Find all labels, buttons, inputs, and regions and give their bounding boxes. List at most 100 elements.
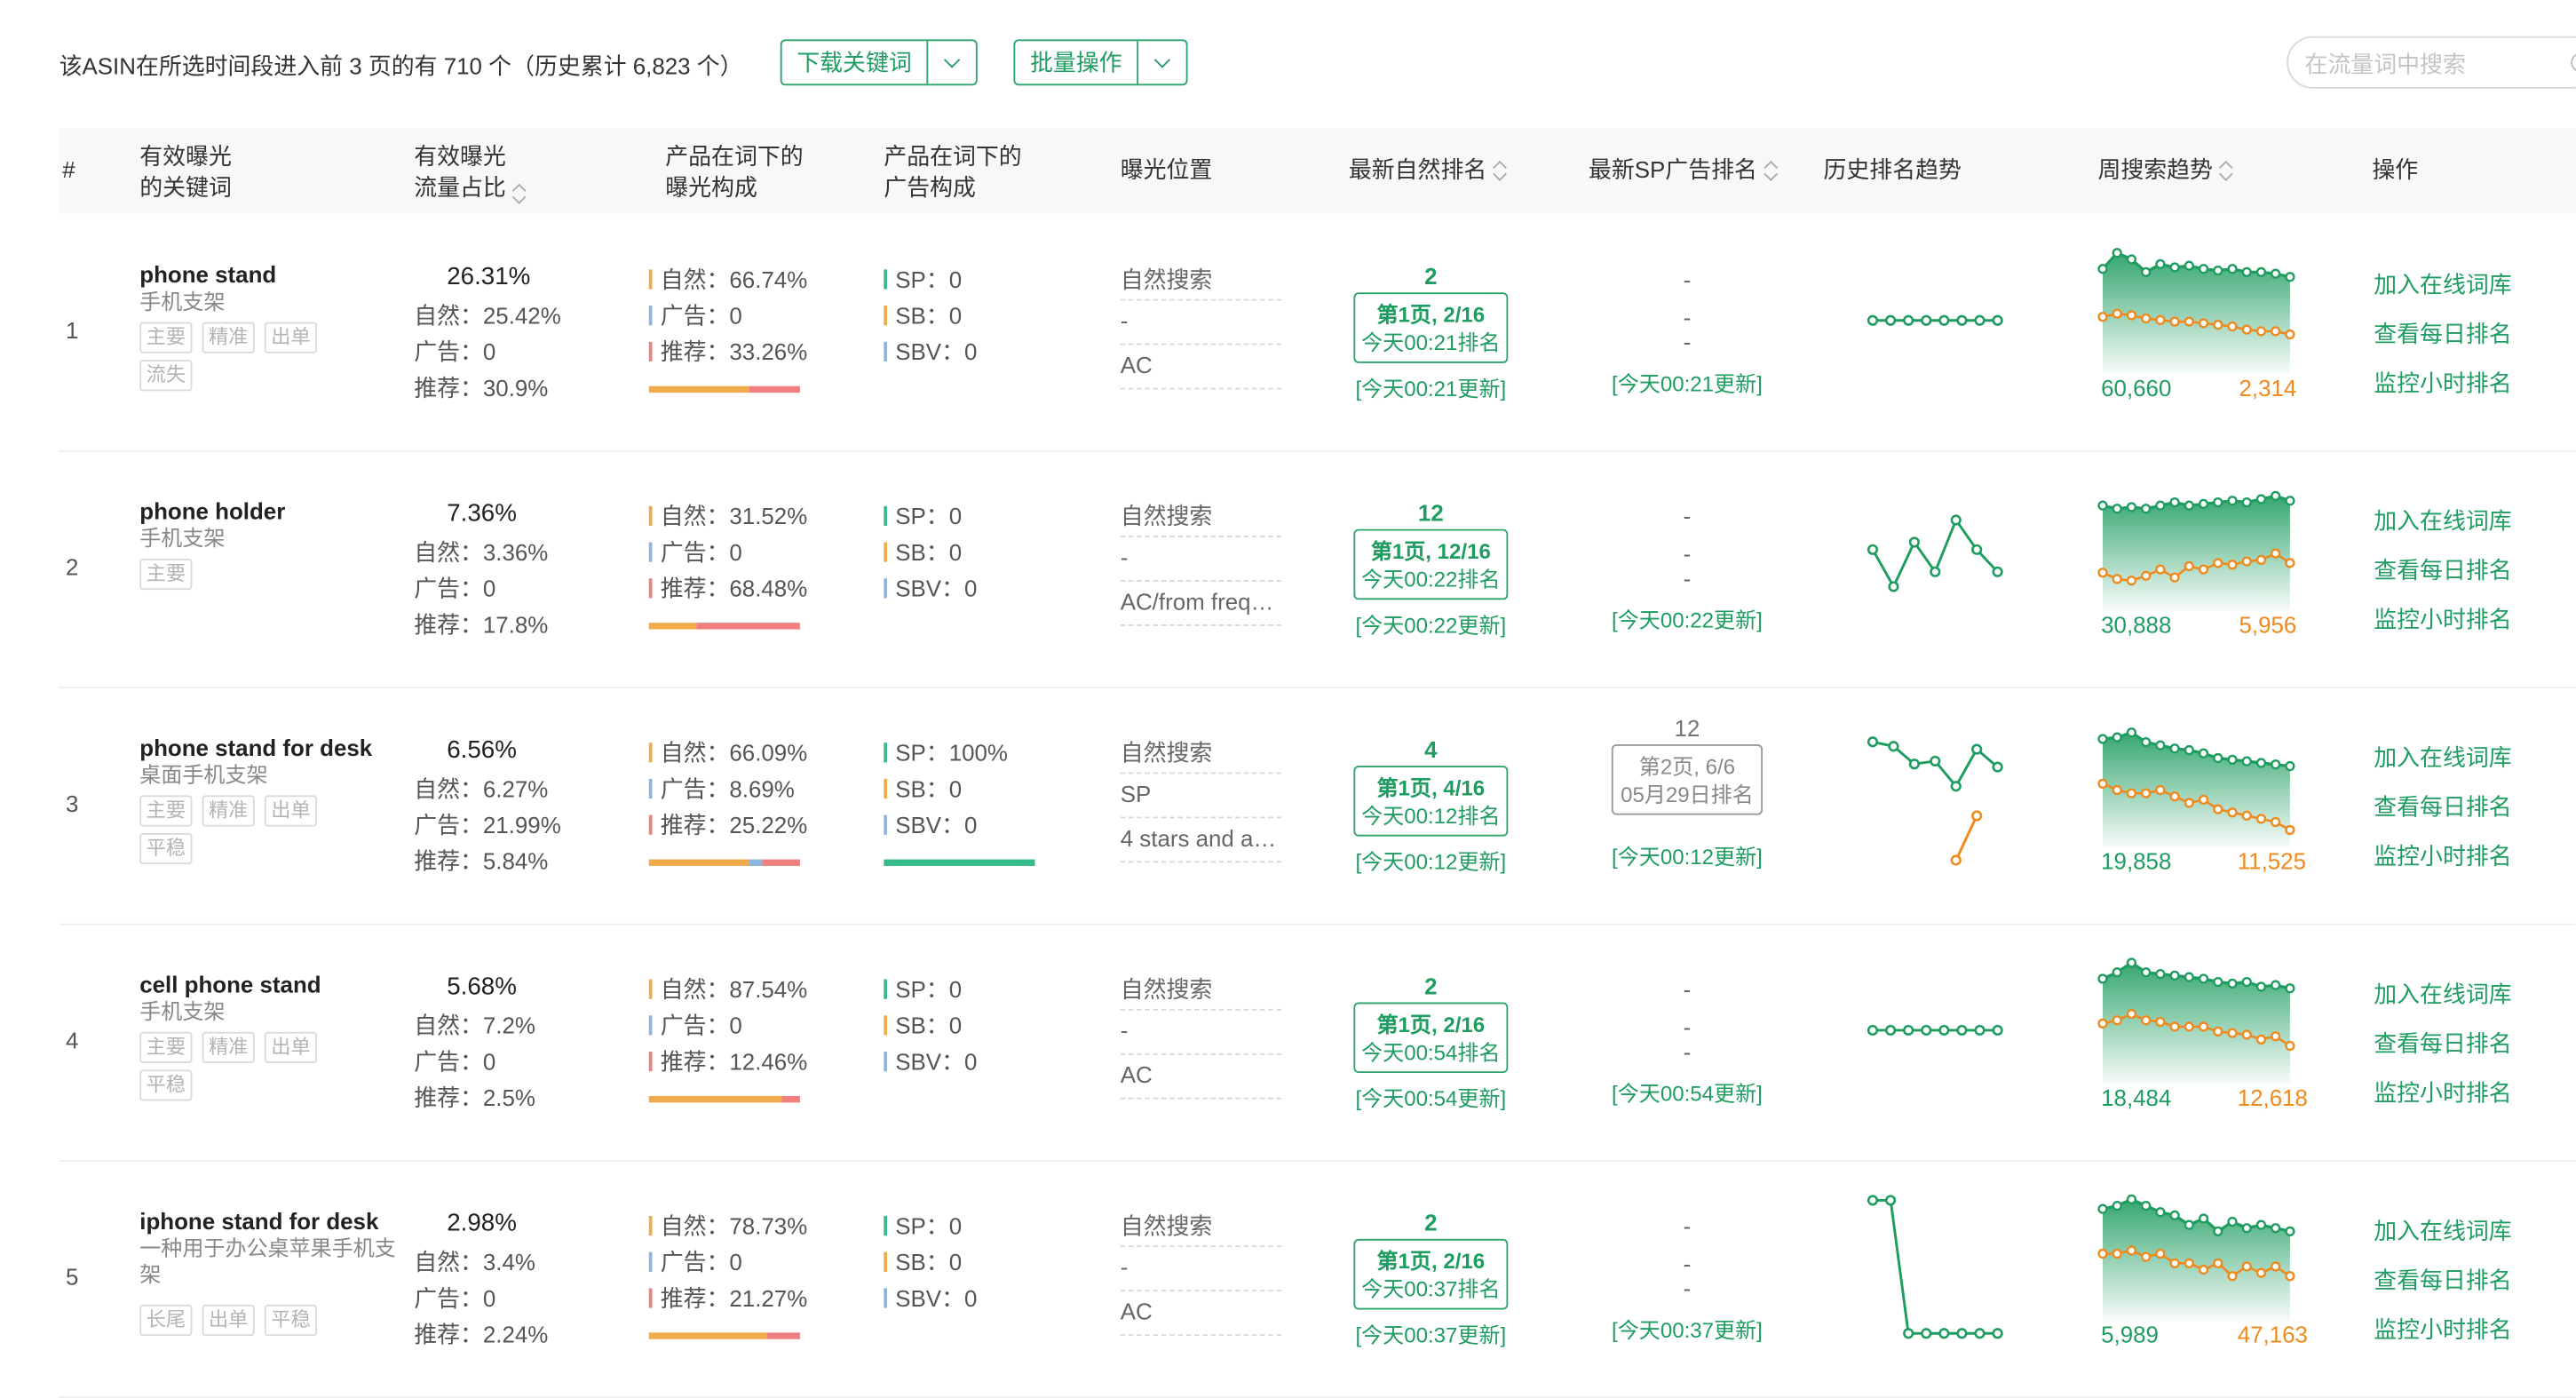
weekly-search-point [2227, 1216, 2238, 1227]
organic-rank-page[interactable]: 第1页, 4/16 [1355, 775, 1506, 802]
sp-rank-time[interactable]: 05月29日排名 [1613, 781, 1762, 810]
weekly-rank-point [2141, 1015, 2152, 1026]
col-sp-rank-label[interactable]: 最新SP广告排名 [1589, 156, 1757, 183]
exposure-natural: 自然：66.74% [648, 263, 807, 296]
keyword-link[interactable]: phone stand for desk [139, 735, 372, 761]
share-natural: 自然：25.42% [414, 302, 561, 329]
organic-rank-time[interactable]: 今天00:12排名 [1355, 802, 1506, 831]
daily-rank-link[interactable]: 查看每日排名 [2374, 317, 2511, 350]
add-to-library-link[interactable]: 加入在线词库 [2374, 1214, 2511, 1247]
search-icon[interactable] [2571, 52, 2576, 73]
exposure-position: 自然搜索 [1120, 739, 1213, 767]
sp-rank-box[interactable]: 第2页, 6/6 05月29日排名 [1611, 744, 1764, 815]
keyword-link[interactable]: iphone stand for desk [139, 1208, 378, 1235]
sort-icon[interactable] [2219, 162, 2232, 181]
download-keywords-button[interactable]: 下载关键词 [780, 39, 978, 86]
add-to-library-link[interactable]: 加入在线词库 [2374, 741, 2511, 774]
col-sp-rank[interactable]: 最新SP广告排名 [1589, 155, 1777, 186]
weekly-rank-point [2169, 1021, 2180, 1032]
batch-operation-button[interactable]: 批量操作 [1013, 39, 1188, 86]
organic-rank-time[interactable]: 今天00:22排名 [1355, 565, 1506, 594]
organic-rank-box[interactable]: 第1页, 2/16 今天00:37排名 [1353, 1238, 1509, 1310]
weekly-search-point [2141, 1200, 2152, 1211]
legend-marker [648, 1052, 653, 1072]
exposure-ad: 广告：0 [648, 1245, 742, 1278]
keyword-link[interactable]: cell phone stand [139, 971, 321, 997]
sort-icon[interactable] [512, 184, 526, 203]
chevron-down-icon[interactable] [926, 41, 974, 84]
weekly-search-point [2255, 494, 2267, 504]
exposure-position: AC [1120, 1061, 1153, 1088]
col-weekly-label[interactable]: 周搜索趋势 [2097, 156, 2213, 183]
sp-updated: [今天00:37更新] [1612, 1317, 1763, 1343]
daily-rank-link[interactable]: 查看每日排名 [2374, 790, 2511, 823]
hourly-monitor-link[interactable]: 监控小时排名 [2374, 839, 2511, 872]
divider [1120, 536, 1281, 537]
hourly-monitor-link[interactable]: 监控小时排名 [2374, 1076, 2511, 1109]
search-box[interactable] [2287, 36, 2576, 89]
exposure-bar-segment [648, 1332, 768, 1339]
history-organic-point [1888, 581, 1899, 592]
organic-rank-page[interactable]: 第1页, 2/16 [1355, 302, 1506, 329]
col-index: # [62, 155, 75, 183]
search-input[interactable] [2301, 39, 2555, 89]
share-recommend: 推荐：2.24% [414, 1321, 549, 1347]
col-organic-rank-label[interactable]: 最新自然排名 [1349, 156, 1486, 183]
download-keywords-label[interactable]: 下载关键词 [782, 41, 927, 83]
add-to-library-link[interactable]: 加入在线词库 [2374, 504, 2511, 537]
keyword-tag: 精准 [202, 1031, 255, 1063]
sort-icon[interactable] [1494, 162, 1507, 181]
weekly-search-point [2213, 752, 2223, 764]
col-share-label[interactable]: 有效曝光 流量占比 [414, 141, 506, 203]
ad-sbv: SBV：0 [884, 1282, 977, 1315]
hourly-monitor-link[interactable]: 监控小时排名 [2374, 1313, 2511, 1346]
batch-operation-label[interactable]: 批量操作 [1015, 41, 1137, 83]
legend-marker [884, 814, 887, 835]
add-to-library-link[interactable]: 加入在线词库 [2374, 978, 2511, 1011]
organic-rank-box[interactable]: 第1页, 2/16 今天00:54排名 [1353, 1002, 1509, 1074]
exposure-bar [648, 1332, 800, 1339]
daily-rank-link[interactable]: 查看每日排名 [2374, 553, 2511, 586]
keyword-link[interactable]: phone holder [139, 498, 285, 525]
col-share[interactable]: 有效曝光 流量占比 [414, 141, 526, 203]
row-index: 3 [66, 790, 79, 817]
daily-rank-link[interactable]: 查看每日排名 [2374, 1264, 2511, 1297]
organic-rank-page[interactable]: 第1页, 2/16 [1355, 1013, 1506, 1039]
table-row: 3 phone stand for desk 桌面手机支架 主要 精准 出单 平稳 6.56%… [59, 687, 2576, 925]
weekly-search-point [2184, 260, 2194, 271]
organic-rank-page[interactable]: 第1页, 12/16 [1355, 539, 1506, 566]
hourly-monitor-link[interactable]: 监控小时排名 [2374, 603, 2511, 636]
col-organic-rank[interactable]: 最新自然排名 [1349, 155, 1507, 186]
weekly-search-point [2126, 727, 2137, 738]
keyword-tags: 主要 精准 出单 平稳 [139, 1031, 353, 1101]
weekly-search-point [2155, 258, 2166, 270]
sort-icon[interactable] [1764, 162, 1777, 181]
add-to-library-link[interactable]: 加入在线词库 [2374, 268, 2511, 301]
weekly-rank-point [2097, 568, 2108, 578]
organic-rank-time[interactable]: 今天00:21排名 [1355, 329, 1506, 358]
exposure-ad: 广告：0 [648, 299, 742, 332]
keyword-traffic-panel: 该ASIN在所选时间段进入前 3 页的有 710 个（历史累计 6,823 个）… [0, 0, 2576, 1398]
share-recommend: 推荐：5.84% [414, 847, 549, 875]
organic-rank-page[interactable]: 第1页, 2/16 [1355, 1249, 1506, 1275]
keyword-link[interactable]: phone stand [139, 261, 276, 288]
exposure-natural: 自然：87.54% [648, 973, 807, 1005]
organic-rank-box[interactable]: 第1页, 4/16 今天00:12排名 [1353, 766, 1509, 837]
ad-sbv: SBV：0 [884, 572, 977, 605]
organic-rank-time[interactable]: 今天00:54排名 [1355, 1038, 1506, 1068]
col-weekly[interactable]: 周搜索趋势 [2097, 155, 2232, 186]
organic-rank-box[interactable]: 第1页, 2/16 今天00:21排名 [1353, 292, 1509, 363]
sp-rank-page[interactable]: 第2页, 6/6 [1613, 754, 1762, 781]
keyword-tag: 主要 [139, 795, 193, 827]
legend-marker [648, 505, 653, 526]
organic-rank-box[interactable]: 第1页, 12/16 今天00:22排名 [1353, 528, 1509, 600]
organic-rank-time[interactable]: 今天00:37排名 [1355, 1275, 1506, 1305]
hourly-monitor-link[interactable]: 监控小时排名 [2374, 367, 2511, 400]
weekly-rank-point [2227, 1271, 2238, 1282]
weekly-rank-point [2255, 326, 2267, 337]
history-organic-point [1921, 1328, 1932, 1339]
exposure-ad: 广告：0 [648, 1009, 742, 1042]
daily-rank-link[interactable]: 查看每日排名 [2374, 1027, 2511, 1060]
sp-rank-empty: - [1683, 1013, 1692, 1041]
chevron-down-icon[interactable] [1137, 41, 1185, 84]
